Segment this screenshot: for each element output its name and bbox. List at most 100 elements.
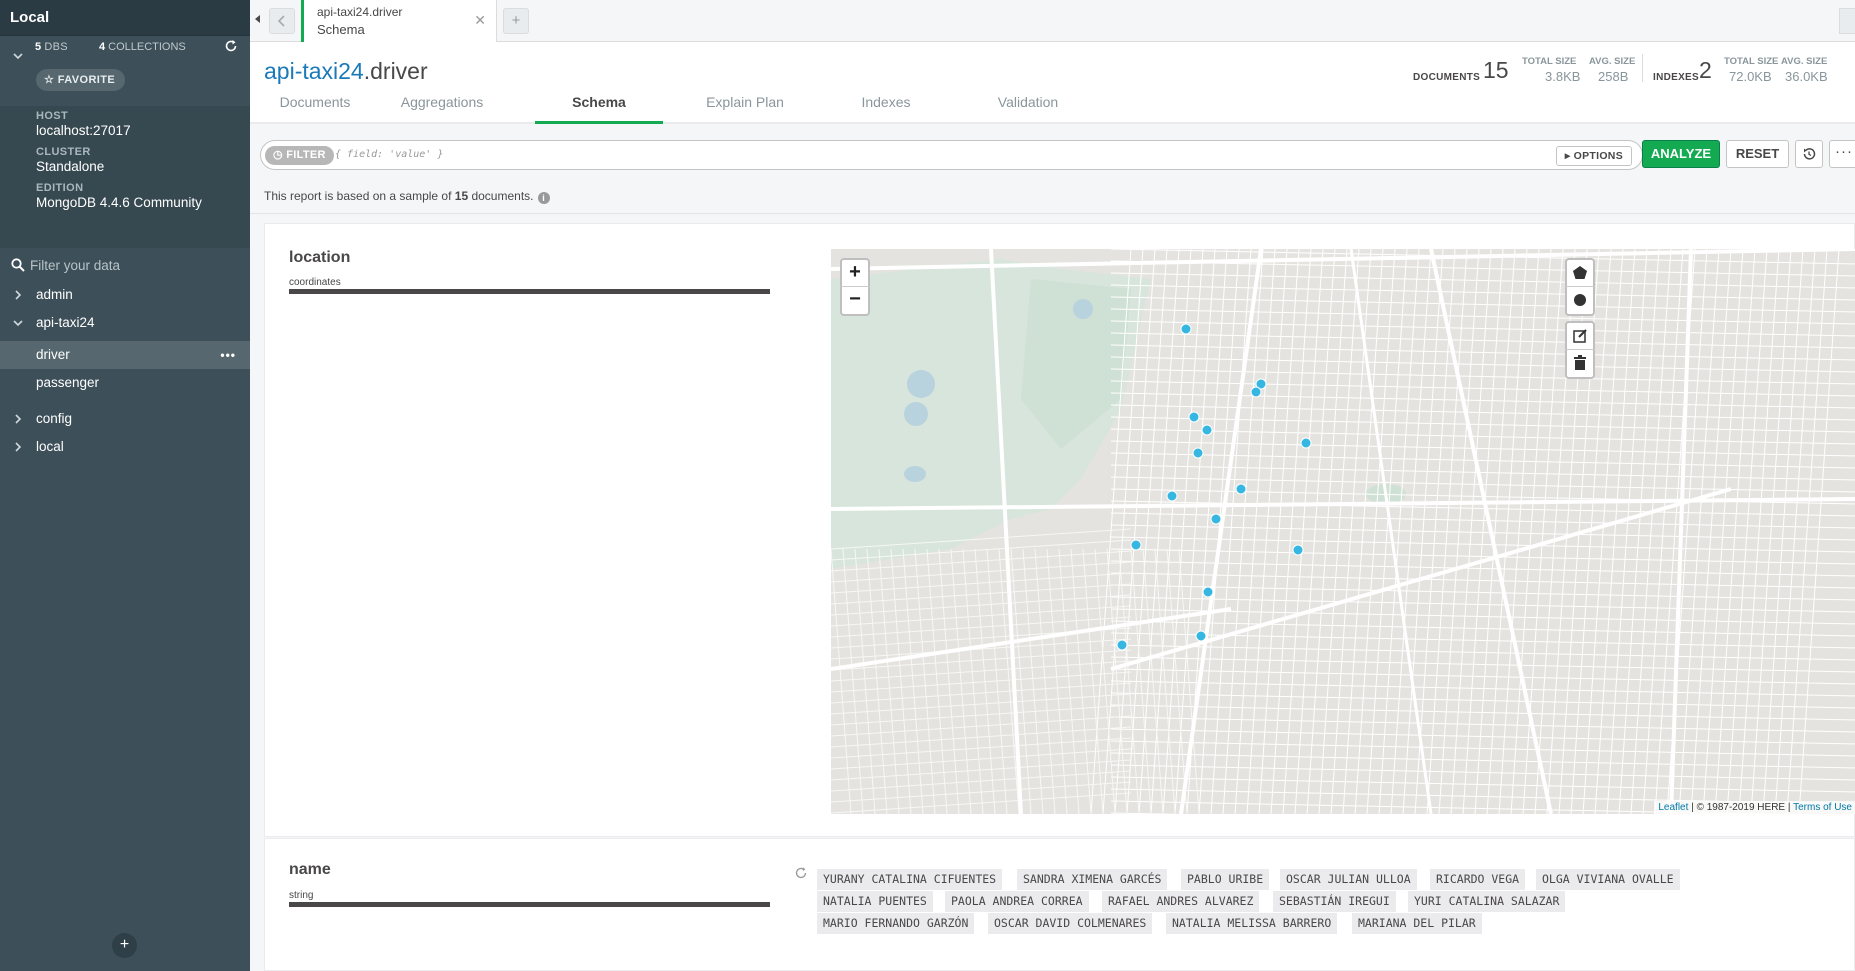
tab-bar: api-taxi24.driver Schema ✕ + bbox=[250, 0, 1855, 42]
location-map[interactable]: + − Leaflet | © 1987-2019 HERE | Terms o… bbox=[831, 249, 1855, 814]
favorite-button[interactable]: ☆ FAVORITE bbox=[36, 69, 126, 91]
close-icon[interactable]: ✕ bbox=[474, 12, 486, 29]
idx-total-size-label: TOTAL SIZE bbox=[1724, 56, 1779, 67]
sidebar-db-admin[interactable]: admin bbox=[0, 282, 250, 308]
map-marker[interactable] bbox=[1250, 386, 1262, 398]
namespace-title: api-taxi24.driver bbox=[264, 58, 428, 85]
collapse-sidebar-icon[interactable] bbox=[252, 10, 264, 28]
reset-button[interactable]: RESET bbox=[1726, 140, 1789, 168]
host-label: HOST bbox=[36, 110, 69, 122]
value-chip[interactable]: OSCAR JULIAN ULLOA bbox=[1280, 869, 1417, 890]
chevron-left-icon bbox=[277, 15, 285, 27]
query-toolbar: ◷ FILTER { field: 'value' } ▸ OPTIONS AN… bbox=[250, 124, 1855, 183]
map-marker[interactable] bbox=[1188, 411, 1200, 423]
query-history-button[interactable] bbox=[1795, 140, 1823, 168]
map-marker[interactable] bbox=[1192, 447, 1204, 459]
query-bar[interactable]: ◷ FILTER { field: 'value' } ▸ OPTIONS bbox=[260, 140, 1643, 170]
tab-indexes[interactable]: Indexes bbox=[826, 94, 946, 124]
value-chip[interactable]: MARIO FERNANDO GARZÓN bbox=[817, 913, 975, 934]
sidebar-collection-driver[interactable]: driver ••• bbox=[0, 341, 250, 369]
edit-layers-button[interactable] bbox=[1565, 321, 1595, 351]
field-name: name bbox=[289, 861, 331, 878]
sidebar-db-api-taxi24[interactable]: api-taxi24 bbox=[0, 310, 250, 336]
filter-pill: ◷ FILTER bbox=[265, 146, 334, 165]
draw-circle-button[interactable] bbox=[1565, 286, 1595, 316]
chevron-down-icon[interactable] bbox=[12, 50, 24, 62]
options-button[interactable]: ▸ OPTIONS bbox=[1555, 146, 1632, 166]
map-marker[interactable] bbox=[1292, 544, 1304, 556]
doc-total-size: 3.8KB bbox=[1545, 69, 1581, 84]
zoom-out-button[interactable]: − bbox=[840, 286, 870, 316]
sidebar-filter-input[interactable] bbox=[30, 253, 235, 277]
map-marker[interactable] bbox=[1166, 490, 1178, 502]
value-chip[interactable]: YURANY CATALINA CIFUENTES bbox=[817, 869, 1003, 890]
edition-label: EDITION bbox=[36, 182, 84, 194]
value-chip[interactable]: OSCAR DAVID COLMENARES bbox=[988, 913, 1153, 934]
db-name: api-taxi24 bbox=[36, 315, 95, 330]
workspace-tab[interactable]: api-taxi24.driver Schema ✕ bbox=[301, 0, 497, 42]
tab-validation[interactable]: Validation bbox=[968, 94, 1088, 124]
type-distribution-bar[interactable] bbox=[289, 902, 770, 907]
db-name: admin bbox=[36, 287, 73, 302]
map-marker[interactable] bbox=[1202, 586, 1214, 598]
value-chip[interactable]: YURI CATALINA SALAZAR bbox=[1408, 891, 1566, 912]
indexes-label: INDEXES bbox=[1653, 72, 1700, 83]
value-chip[interactable]: NATALIA MELISSA BARRERO bbox=[1166, 913, 1338, 934]
cluster-label: CLUSTER bbox=[36, 146, 91, 158]
sidebar-db-local[interactable]: local bbox=[0, 434, 250, 460]
refresh-icon[interactable] bbox=[224, 39, 238, 53]
leaflet-link[interactable]: Leaflet bbox=[1658, 802, 1688, 813]
draw-polygon-button[interactable] bbox=[1565, 258, 1595, 288]
collection-menu-icon[interactable]: ••• bbox=[220, 341, 236, 369]
map-marker[interactable] bbox=[1201, 424, 1213, 436]
refresh-icon[interactable] bbox=[794, 866, 808, 880]
value-chip[interactable]: MARIANA DEL PILAR bbox=[1352, 913, 1482, 934]
map-marker[interactable] bbox=[1300, 437, 1312, 449]
tab-scroll-right-button[interactable] bbox=[1839, 8, 1855, 34]
sidebar-db-config[interactable]: config bbox=[0, 406, 250, 432]
map-attribution: Leaflet | © 1987-2019 HERE | Terms of Us… bbox=[1654, 801, 1855, 814]
tab-aggregations[interactable]: Aggregations bbox=[381, 94, 503, 124]
map-marker[interactable] bbox=[1195, 630, 1207, 642]
namespace-collection: .driver bbox=[363, 58, 428, 84]
terms-link[interactable]: Terms of Use bbox=[1793, 802, 1852, 813]
analyze-button[interactable]: ANALYZE bbox=[1642, 140, 1720, 168]
new-tab-button[interactable]: + bbox=[503, 8, 529, 34]
map-marker[interactable] bbox=[1210, 513, 1222, 525]
caret-right-icon: ▸ bbox=[1564, 150, 1571, 162]
value-chip[interactable]: PAOLA ANDREA CORREA bbox=[945, 891, 1089, 912]
field-card-location: location coordinates + − Leaflet | © 198… bbox=[264, 223, 1855, 837]
value-chip[interactable]: OLGA VIVIANA OVALLE bbox=[1536, 869, 1680, 890]
value-chip[interactable]: SEBASTIÁN IREGUI bbox=[1273, 891, 1396, 912]
tab-schema[interactable]: Schema bbox=[535, 94, 663, 124]
circle-icon bbox=[1574, 294, 1586, 306]
value-chip[interactable]: RICARDO VEGA bbox=[1430, 869, 1526, 890]
sidebar-collection-passenger[interactable]: passenger bbox=[0, 369, 250, 397]
tab-documents[interactable]: Documents bbox=[263, 94, 367, 124]
info-icon[interactable]: i bbox=[537, 192, 550, 204]
map-marker[interactable] bbox=[1130, 539, 1142, 551]
back-button[interactable] bbox=[269, 8, 295, 34]
filter-input[interactable]: { field: 'value' } bbox=[335, 149, 443, 160]
type-distribution-bar[interactable] bbox=[289, 289, 770, 294]
indexes-count: 2 bbox=[1699, 57, 1712, 83]
map-marker[interactable] bbox=[1180, 323, 1192, 335]
zoom-in-button[interactable]: + bbox=[840, 258, 870, 288]
namespace-db[interactable]: api-taxi24 bbox=[264, 58, 364, 84]
delete-layers-button[interactable] bbox=[1565, 349, 1595, 379]
value-chip[interactable]: SANDRA XIMENA GARCÉS bbox=[1017, 869, 1168, 890]
more-options-button[interactable]: ··· bbox=[1829, 140, 1855, 168]
create-database-button[interactable]: + bbox=[112, 933, 137, 958]
doc-avg-size-label: AVG. SIZE bbox=[1589, 56, 1636, 67]
documents-label: DOCUMENTS bbox=[1413, 72, 1481, 83]
map-marker[interactable] bbox=[1235, 483, 1247, 495]
map-marker[interactable] bbox=[1116, 639, 1128, 651]
idx-total-size: 72.0KB bbox=[1729, 69, 1772, 84]
collections-count: 4 COLLECTIONS bbox=[99, 41, 186, 53]
doc-total-size-label: TOTAL SIZE bbox=[1522, 56, 1577, 67]
sidebar: Local 5 DBS 4 COLLECTIONS ☆ FAVORITE HOST … bbox=[0, 0, 250, 971]
tab-explain-plan[interactable]: Explain Plan bbox=[685, 94, 805, 124]
value-chip[interactable]: PABLO URIBE bbox=[1181, 869, 1270, 890]
value-chip[interactable]: NATALIA PUENTES bbox=[817, 891, 933, 912]
value-chip[interactable]: RAFAEL ANDRES ALVAREZ bbox=[1102, 891, 1260, 912]
